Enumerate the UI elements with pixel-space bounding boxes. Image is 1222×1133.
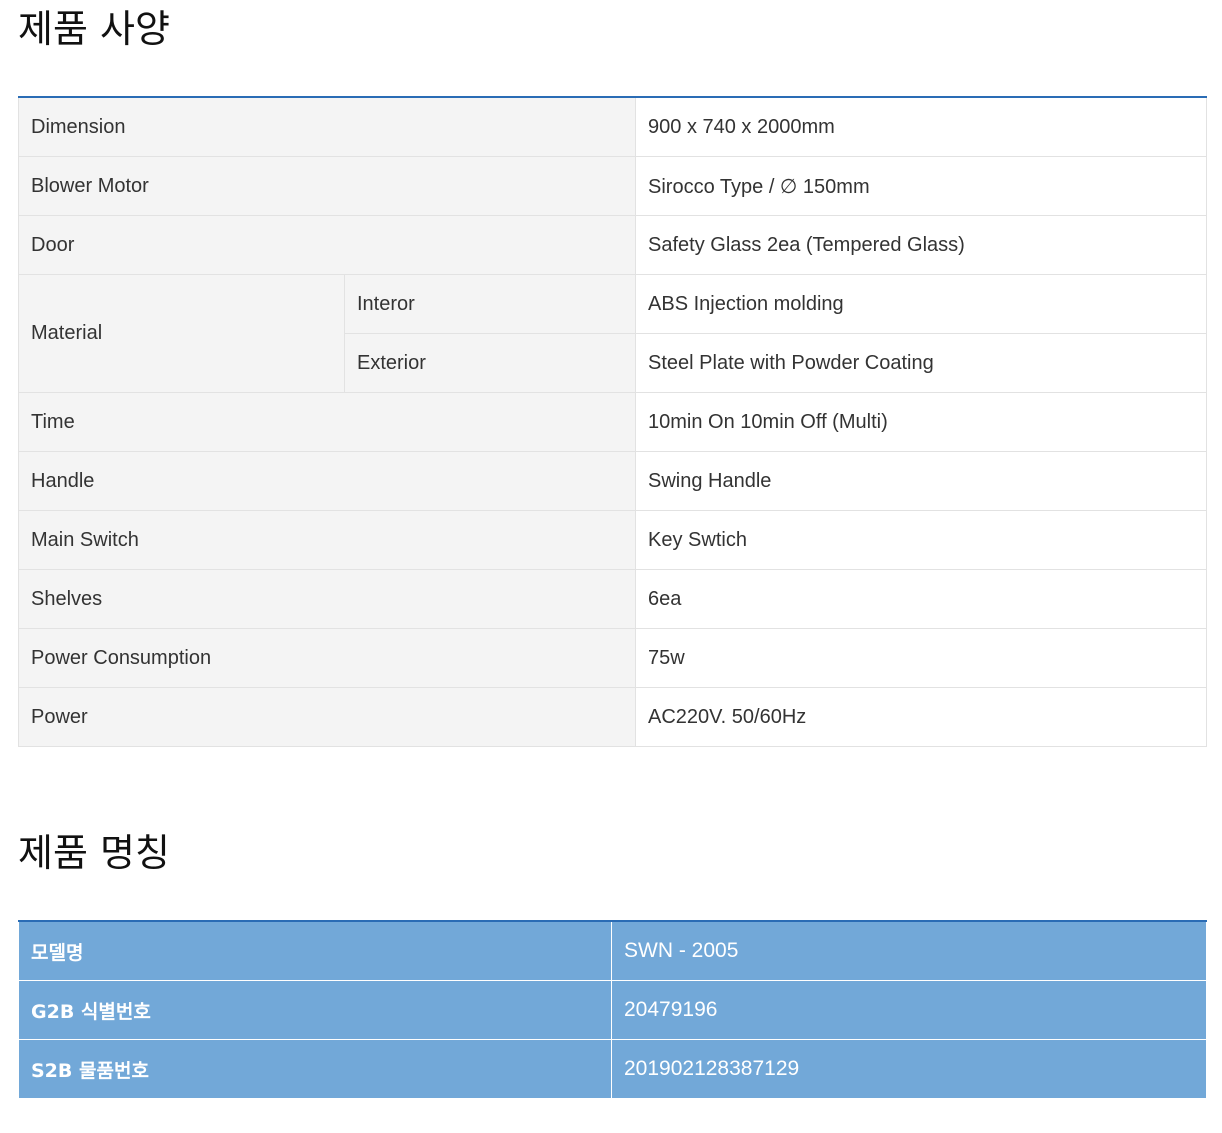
- spec-value: Key Swtich: [635, 510, 1208, 570]
- name-label: 모델명: [18, 920, 612, 981]
- spec-value: 75w: [635, 628, 1208, 688]
- table-row: Handle Swing Handle: [17, 451, 1208, 511]
- table-row: Dimension 900 x 740 x 2000mm: [17, 97, 1208, 157]
- name-value: 201902128387129: [611, 1039, 1207, 1099]
- spec-label: Power Consumption: [17, 628, 637, 688]
- spec-section-title: 제품 사양: [18, 7, 170, 51]
- table-row: 모델명 SWN - 2005: [18, 920, 1207, 981]
- name-label: S2B 물품번호: [18, 1039, 612, 1099]
- table-row: Door Safety Glass 2ea (Tempered Glass): [17, 215, 1208, 275]
- name-label: G2B 식별번호: [18, 980, 612, 1040]
- table-row: Material Interor ABS Injection molding: [18, 274, 1208, 393]
- spec-label: Main Switch: [17, 510, 637, 570]
- spec-value: 6ea: [635, 569, 1208, 629]
- table-row: Shelves 6ea: [17, 569, 1208, 629]
- spec-value: AC220V. 50/60Hz: [635, 687, 1208, 747]
- spec-label: Shelves: [17, 569, 637, 629]
- spec-label: Door: [17, 215, 637, 275]
- spec-value: 900 x 740 x 2000mm: [635, 97, 1208, 157]
- name-value: SWN - 2005: [611, 920, 1207, 981]
- spec-value: Sirocco Type / ∅ 150mm: [635, 156, 1208, 216]
- table-row: S2B 물품번호 201902128387129: [18, 1039, 1207, 1099]
- spec-value: ABS Injection molding: [635, 274, 1208, 334]
- spec-label: Time: [17, 392, 637, 452]
- name-section-title: 제품 명칭: [18, 831, 170, 875]
- spec-label: Blower Motor: [17, 156, 637, 216]
- table-row: Blower Motor Sirocco Type / ∅ 150mm: [17, 156, 1208, 216]
- spec-value: Safety Glass 2ea (Tempered Glass): [635, 215, 1208, 275]
- table-row: Power AC220V. 50/60Hz: [17, 687, 1208, 747]
- spec-sublabel: Interor: [343, 274, 637, 334]
- name-value: 20479196: [611, 980, 1207, 1040]
- spec-value: 10min On 10min Off (Multi): [635, 392, 1208, 452]
- spec-label: Dimension: [17, 97, 637, 157]
- product-name-table: 모델명 SWN - 2005 G2B 식별번호 20479196 S2B 물품번…: [18, 920, 1207, 1099]
- spec-sublabel: Exterior: [343, 333, 637, 393]
- spec-label: Power: [17, 687, 637, 747]
- table-row: Power Consumption 75w: [17, 628, 1208, 688]
- table-row: Main Switch Key Swtich: [17, 510, 1208, 570]
- table-row: G2B 식별번호 20479196: [18, 980, 1207, 1040]
- spec-label: Material: [18, 274, 345, 393]
- spec-value: Swing Handle: [635, 451, 1208, 511]
- spec-table: Dimension 900 x 740 x 2000mm Blower Moto…: [17, 96, 1208, 747]
- spec-label: Handle: [17, 451, 637, 511]
- table-row: Time 10min On 10min Off (Multi): [17, 392, 1208, 452]
- spec-value: Steel Plate with Powder Coating: [635, 333, 1208, 393]
